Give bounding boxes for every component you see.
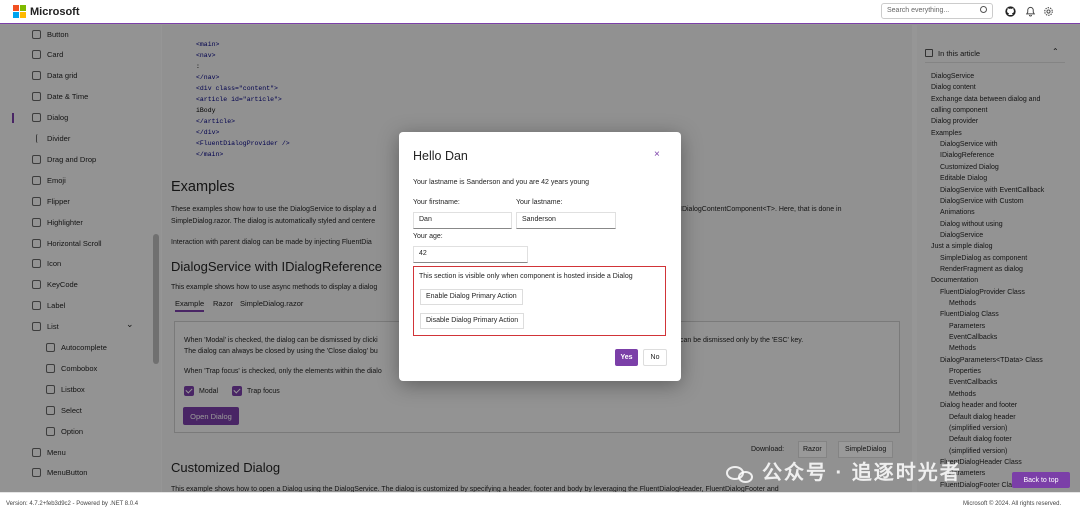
hosted-section-text: This section is visible only when compon… bbox=[419, 273, 633, 280]
search-icon[interactable] bbox=[980, 6, 987, 13]
bell-icon[interactable] bbox=[1025, 6, 1036, 17]
hello-dialog: Hello Dan × Your lastname is Sanderson a… bbox=[399, 132, 681, 381]
firstname-label: Your firstname: bbox=[413, 199, 460, 206]
watermark-label: 公众号 · 追逐时光者 bbox=[762, 462, 962, 484]
enable-primary-button[interactable]: Enable Dialog Primary Action bbox=[420, 289, 523, 305]
footer: Version: 4.7.2+feb3d9c2 - Powered by .NE… bbox=[0, 492, 1080, 517]
disable-primary-button[interactable]: Disable Dialog Primary Action bbox=[420, 313, 525, 329]
back-to-top-button[interactable]: Back to top bbox=[1012, 472, 1070, 488]
lastname-field[interactable]: Sanderson bbox=[516, 212, 616, 229]
search-input[interactable]: Search everything... bbox=[881, 3, 993, 19]
firstname-field[interactable]: Dan bbox=[413, 212, 512, 229]
wechat-icon bbox=[726, 464, 756, 484]
age-field[interactable]: 42 bbox=[413, 246, 528, 263]
dialog-title: Hello Dan bbox=[413, 149, 468, 163]
copyright-text: Microsoft © 2024. All rights reserved. bbox=[963, 501, 1062, 507]
microsoft-logo[interactable] bbox=[13, 5, 26, 18]
lastname-label: Your lastname: bbox=[516, 199, 563, 206]
yes-button[interactable]: Yes bbox=[615, 349, 638, 366]
top-bar: Microsoft Search everything... bbox=[0, 0, 1080, 24]
github-icon[interactable] bbox=[1005, 6, 1016, 17]
age-label: Your age: bbox=[413, 233, 443, 240]
watermark-text: 公众号 · 追逐时光者 bbox=[726, 456, 962, 485]
dialog-message: Your lastname is Sanderson and you are 4… bbox=[413, 179, 590, 186]
no-button[interactable]: No bbox=[643, 349, 667, 366]
brand-name[interactable]: Microsoft bbox=[30, 6, 80, 18]
hosted-section: This section is visible only when compon… bbox=[413, 266, 666, 336]
gear-icon[interactable] bbox=[1043, 6, 1054, 17]
search-placeholder: Search everything... bbox=[887, 7, 950, 14]
close-icon[interactable]: × bbox=[654, 149, 660, 160]
version-text: Version: 4.7.2+feb3d9c2 - Powered by .NE… bbox=[6, 501, 139, 507]
